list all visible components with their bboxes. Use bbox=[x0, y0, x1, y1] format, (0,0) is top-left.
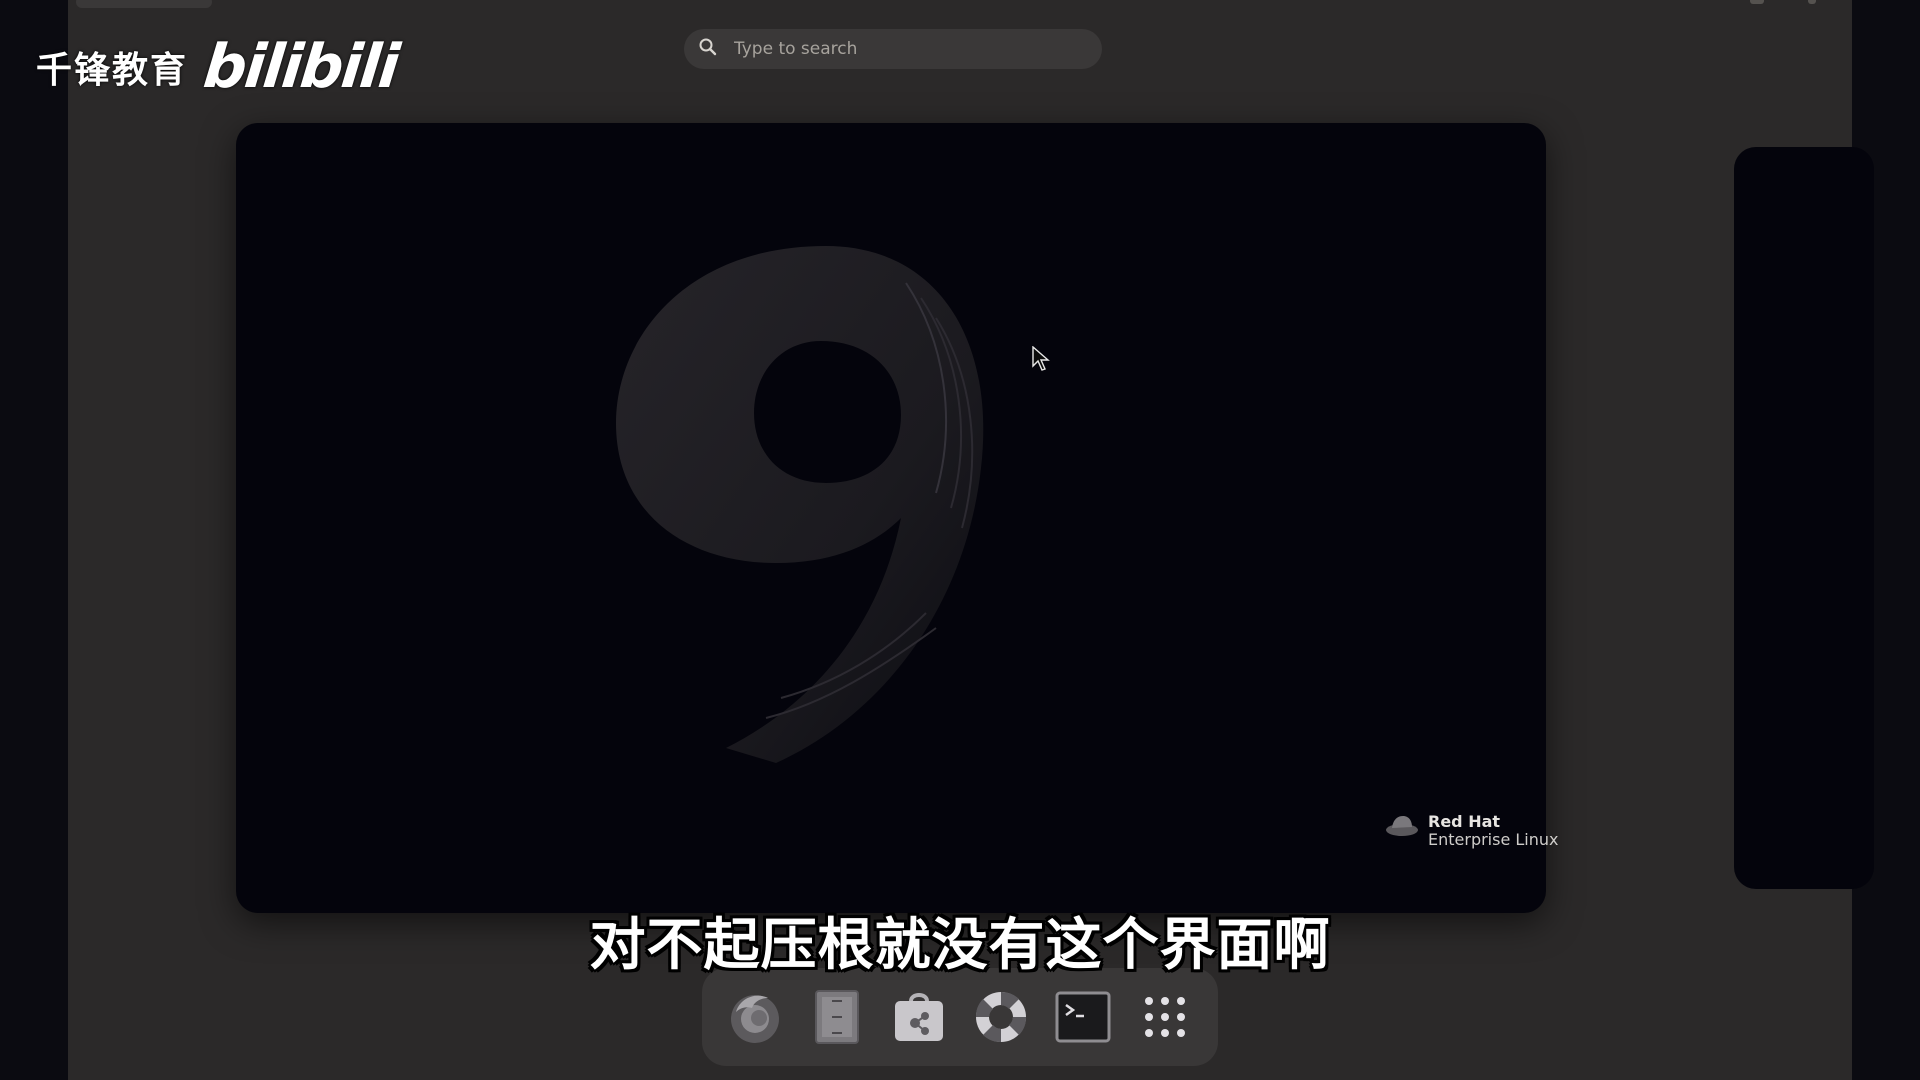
search-icon bbox=[698, 37, 718, 61]
help-lifebuoy-icon bbox=[975, 991, 1027, 1043]
top-bar-activities-indicator[interactable] bbox=[76, 0, 212, 8]
firefox-icon bbox=[731, 995, 779, 1043]
video-subtitle: 对不起压根就没有这个界面啊 bbox=[589, 913, 1331, 978]
dash-item-files[interactable] bbox=[805, 985, 869, 1049]
red-hat-icon bbox=[1386, 816, 1418, 836]
watermark-brand: 千锋教育 bbox=[36, 50, 189, 91]
terminal-icon bbox=[1055, 991, 1111, 1043]
video-watermark: 千锋教育 bilibili bbox=[36, 32, 401, 102]
top-bar-power-icon[interactable] bbox=[1808, 0, 1816, 4]
dash-item-terminal[interactable] bbox=[1051, 985, 1115, 1049]
search-bar[interactable] bbox=[684, 29, 1102, 69]
branding-line1: Red Hat bbox=[1428, 812, 1501, 831]
dash bbox=[702, 968, 1218, 1066]
search-input[interactable] bbox=[732, 38, 1066, 60]
dash-item-software[interactable] bbox=[887, 985, 951, 1049]
branding-line2: Enterprise Linux bbox=[1428, 830, 1559, 849]
workspace-thumbnail-next[interactable] bbox=[1734, 147, 1874, 889]
red-hat-logo: Red Hat Enterprise Linux bbox=[1384, 813, 1559, 849]
app-grid-icon bbox=[1145, 997, 1185, 1037]
watermark-site-logo: bilibili bbox=[200, 32, 401, 102]
rhel-9-wallpaper bbox=[616, 246, 984, 763]
mouse-pointer bbox=[1032, 345, 1050, 376]
software-store-icon bbox=[895, 993, 943, 1041]
dash-item-show-applications[interactable] bbox=[1133, 985, 1197, 1049]
workspace-thumbnail-current[interactable] bbox=[236, 123, 1546, 913]
top-bar-status-icon[interactable] bbox=[1750, 0, 1764, 4]
dash-item-help[interactable] bbox=[969, 985, 1033, 1049]
dash-item-firefox[interactable] bbox=[723, 985, 787, 1049]
files-icon bbox=[815, 990, 859, 1044]
